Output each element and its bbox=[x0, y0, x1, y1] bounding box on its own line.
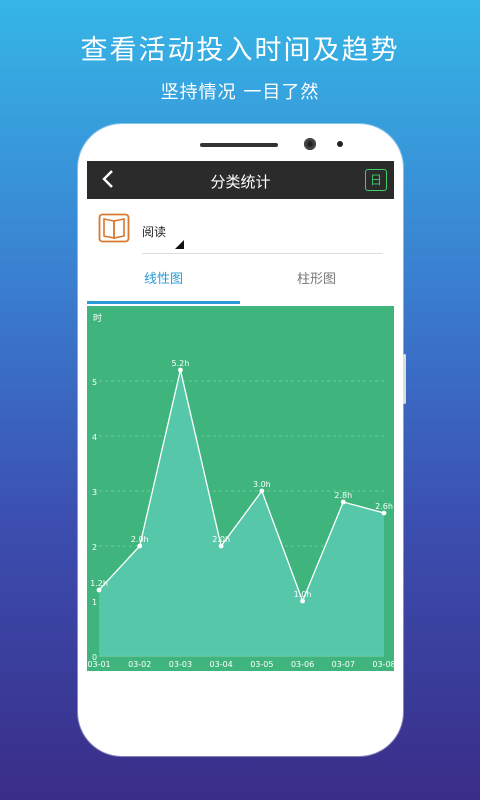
hero-subtitle: 坚持情况 一目了然 bbox=[160, 82, 320, 103]
data-label: 2.8h bbox=[334, 491, 352, 500]
page-title: 分类统计 bbox=[210, 173, 271, 191]
phone-camera bbox=[304, 138, 316, 150]
x-tick-label: 03-08 bbox=[372, 660, 394, 669]
data-point bbox=[137, 543, 143, 549]
phone-speaker bbox=[200, 143, 278, 147]
dropdown-arrow-icon[interactable] bbox=[175, 240, 184, 249]
tab-line-chart[interactable]: 线性图 bbox=[87, 258, 240, 302]
hero-title: 查看活动投入时间及趋势 bbox=[80, 35, 400, 66]
active-tab-indicator bbox=[87, 301, 240, 304]
chart-svg: 012345时1.2h03-012.0h03-025.2h03-032.0h03… bbox=[87, 306, 394, 671]
data-label: 1.2h bbox=[90, 579, 108, 588]
app-screen: 分类统计 日 阅读 线性图 柱形图 0 1 2 3 4 5 时 1.2h 03-01 2.0h 03… bbox=[87, 161, 394, 671]
chart-tabs: 线性图 柱形图 bbox=[87, 258, 394, 302]
y-axis-label: 时 bbox=[93, 312, 102, 324]
y-tick-label: 3 bbox=[92, 488, 97, 497]
x-tick-label: 03-01 bbox=[87, 660, 110, 669]
x-tick-label: 03-03 bbox=[169, 660, 192, 669]
y-tick-label: 5 bbox=[92, 378, 97, 387]
data-label: 2.0h bbox=[131, 535, 149, 544]
phone-side-button bbox=[403, 354, 406, 404]
phone-sensor bbox=[337, 141, 343, 147]
app-bar: 分类统计 日 bbox=[87, 161, 394, 199]
data-point bbox=[340, 499, 346, 505]
data-point bbox=[259, 488, 265, 494]
data-point bbox=[300, 598, 305, 604]
y-tick-label: 2 bbox=[92, 543, 97, 552]
data-label: 2.0h bbox=[212, 535, 230, 544]
data-point bbox=[178, 367, 183, 373]
day-view-button[interactable]: 日 bbox=[365, 169, 387, 191]
category-label: 阅读 bbox=[142, 225, 167, 239]
data-point bbox=[96, 587, 102, 593]
data-point bbox=[218, 543, 224, 549]
data-label: 3.0h bbox=[253, 480, 271, 489]
data-label: 1.0h bbox=[294, 590, 312, 599]
data-label: 2.6h bbox=[375, 502, 393, 511]
data-label: 5.2h bbox=[172, 359, 190, 368]
x-tick-label: 03-05 bbox=[250, 660, 273, 669]
data-point bbox=[381, 510, 387, 516]
line-chart: 0 1 2 3 4 5 时 1.2h 03-01 2.0h 03-02 5.2h 03-03 2.0h 03… bbox=[87, 306, 394, 671]
x-tick-label: 03-07 bbox=[332, 660, 355, 669]
book-icon bbox=[98, 213, 130, 247]
x-tick-label: 03-06 bbox=[291, 660, 314, 669]
phone-frame: 分类统计 日 阅读 线性图 柱形图 0 1 2 3 4 5 时 1.2h 03-01 2.0h 03… bbox=[78, 124, 406, 756]
tab-bar-chart[interactable]: 柱形图 bbox=[240, 258, 393, 302]
y-tick-label: 1 bbox=[92, 598, 97, 607]
x-tick-label: 03-02 bbox=[128, 660, 151, 669]
x-tick-label: 03-04 bbox=[210, 660, 233, 669]
category-selector[interactable]: 阅读 bbox=[87, 199, 394, 255]
y-tick-label: 4 bbox=[92, 433, 97, 442]
category-underline bbox=[142, 253, 383, 254]
